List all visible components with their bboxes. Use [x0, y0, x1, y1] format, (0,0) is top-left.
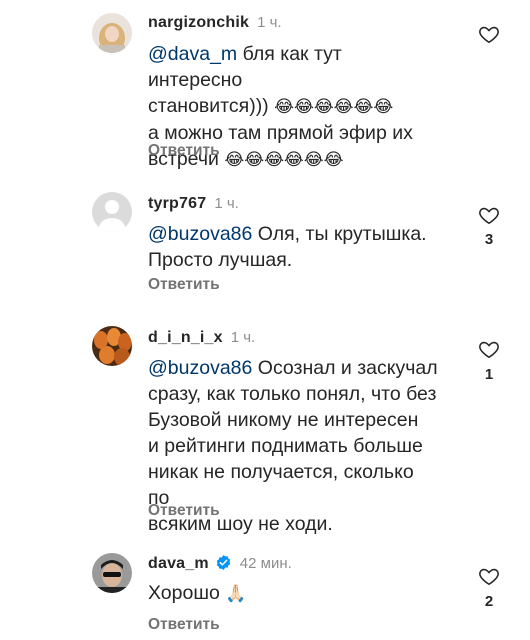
reply-button[interactable]: Ответить [148, 616, 220, 634]
mention-link[interactable]: @buzova86 [148, 357, 252, 379]
reply-button[interactable]: Ответить [148, 276, 220, 294]
comment-header: nargizonchik 1 ч. [148, 14, 282, 32]
comment-body: Хорошо [148, 582, 226, 604]
emoji-group: 😂😂😂😂😂😂 [274, 97, 394, 117]
emoji-group: 🙏🏻 [225, 584, 247, 604]
avatar[interactable] [92, 192, 132, 232]
username[interactable]: nargizonchik [148, 14, 249, 31]
heart-outline-icon[interactable] [478, 23, 500, 45]
avatar[interactable] [92, 326, 132, 366]
comment-header: dava_m 42 мин. [148, 554, 292, 573]
mention-link[interactable]: @buzova86 [148, 223, 252, 245]
comment-header: tyrp767 1 ч. [148, 195, 239, 213]
timestamp[interactable]: 1 ч. [257, 14, 282, 31]
username[interactable]: tyrp767 [148, 195, 206, 212]
mention-link[interactable]: @dava_m [148, 43, 237, 65]
timestamp[interactable]: 42 мин. [240, 555, 292, 572]
username[interactable]: d_i_n_i_x [148, 329, 223, 346]
comment-text: @buzova86 Оля, ты крутышка. Просто лучша… [148, 221, 438, 273]
timestamp[interactable]: 1 ч. [214, 195, 239, 212]
emoji-group: 😂😂😂😂😂😂 [224, 150, 344, 170]
like-count[interactable]: 2 [479, 593, 499, 610]
like-count[interactable]: 1 [479, 366, 499, 383]
like-count[interactable]: 3 [479, 231, 499, 248]
heart-outline-icon[interactable] [478, 338, 500, 360]
heart-outline-icon[interactable] [478, 204, 500, 226]
heart-outline-icon[interactable] [478, 565, 500, 587]
comment-text: Хорошо 🙏🏻 [148, 580, 438, 607]
avatar[interactable] [92, 13, 132, 53]
reply-button[interactable]: Ответить [148, 142, 220, 160]
verified-badge-icon [216, 555, 231, 570]
timestamp[interactable]: 1 ч. [231, 329, 256, 346]
avatar[interactable] [92, 553, 132, 593]
comment-header: d_i_n_i_x 1 ч. [148, 329, 255, 347]
reply-button[interactable]: Ответить [148, 502, 220, 520]
username[interactable]: dava_m [148, 555, 209, 572]
